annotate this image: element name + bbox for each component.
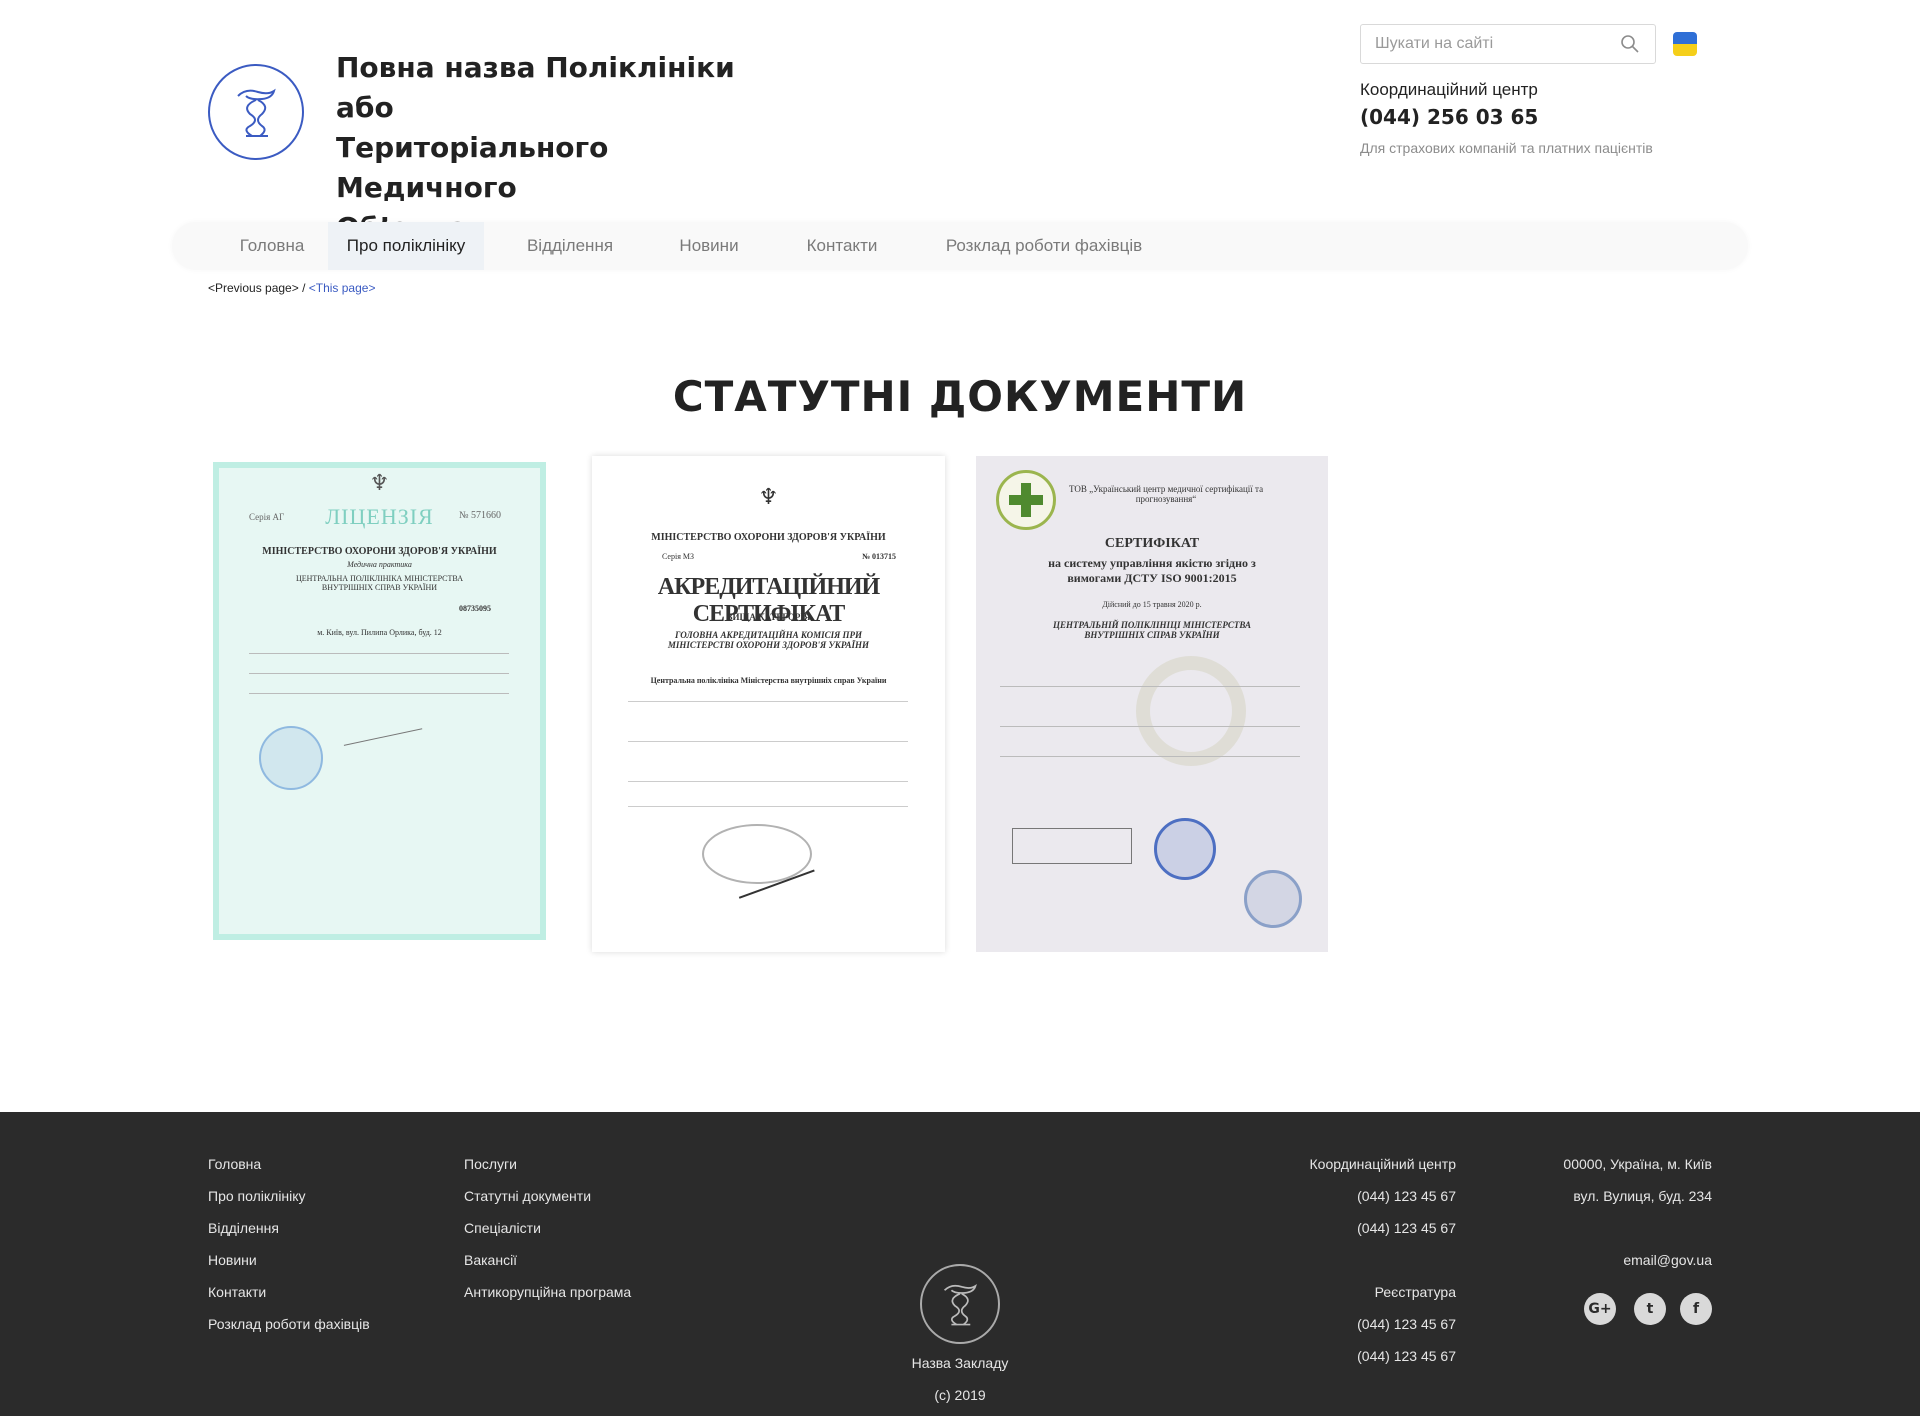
flag-yellow-stripe bbox=[1673, 44, 1697, 56]
twitter-icon[interactable]: t bbox=[1634, 1293, 1666, 1325]
nav-item-schedule[interactable]: Розклад роботи фахівців bbox=[924, 222, 1164, 270]
divider bbox=[628, 741, 908, 742]
site-title-line: Територіального Медичного bbox=[336, 131, 609, 204]
site-title-line: Повна назва Поліклініки або bbox=[336, 51, 735, 124]
green-cross-icon bbox=[1009, 483, 1043, 517]
divider bbox=[1000, 726, 1300, 727]
license-address: м. Київ, вул. Пилипа Орлика, буд. 12 bbox=[317, 628, 442, 637]
divider bbox=[249, 693, 509, 694]
coordination-center-phone[interactable]: (044) 256 03 65 bbox=[1360, 105, 1538, 129]
ukraine-emblem-icon: ♆ bbox=[369, 470, 390, 495]
breadcrumb-separator: / bbox=[298, 281, 309, 295]
footer-link-home[interactable]: Головна bbox=[208, 1156, 261, 1172]
ukraine-flag-icon[interactable] bbox=[1673, 32, 1697, 56]
logo[interactable] bbox=[208, 64, 304, 160]
document-iso-certificate[interactable]: ТОВ „Український центр медичної сертифік… bbox=[976, 456, 1328, 952]
footer-logo[interactable] bbox=[920, 1264, 1000, 1344]
footer-link-vacancies[interactable]: Вакансії bbox=[464, 1252, 517, 1268]
iso-holder: ЦЕНТРАЛЬНІЙ ПОЛІКЛІНІЦІ МІНІСТЕРСТВА ВНУ… bbox=[1052, 620, 1251, 640]
accreditation-series: Серія МЗ bbox=[662, 552, 695, 561]
accreditation-number: № 013715 bbox=[862, 552, 897, 561]
google-plus-icon[interactable]: G+ bbox=[1584, 1293, 1616, 1325]
nav-item-news[interactable]: Новини bbox=[658, 222, 760, 270]
iso-valid: Дійсний до 15 травня 2020 р. bbox=[1102, 600, 1202, 609]
breadcrumb-previous[interactable]: <Previous page> bbox=[208, 281, 299, 295]
accreditation-org: МІНІСТЕРСТВО ОХОРОНИ ЗДОРОВ'Я УКРАЇНИ bbox=[651, 532, 886, 543]
divider bbox=[628, 781, 908, 782]
coordination-center-note: Для страхових компаній та платних пацієн… bbox=[1360, 140, 1653, 156]
footer-reg-phone[interactable]: (044) 123 45 67 bbox=[1357, 1316, 1456, 1332]
footer-link-departments[interactable]: Відділення bbox=[208, 1220, 279, 1236]
document-license[interactable]: ♆ Серія АГ № 571660 ЛІЦЕНЗІЯ МІНІСТЕРСТВ… bbox=[213, 462, 546, 940]
document-accreditation[interactable]: ♆ МІНІСТЕРСТВО ОХОРОНИ ЗДОРОВ'Я УКРАЇНИ … bbox=[592, 456, 945, 952]
footer-address-line: вул. Вулиця, буд. 234 bbox=[1573, 1188, 1712, 1204]
divider bbox=[1000, 756, 1300, 757]
site-footer: Головна Про поліклініку Відділення Новин… bbox=[0, 1112, 1920, 1416]
footer-link-schedule[interactable]: Розклад роботи фахівців bbox=[208, 1316, 370, 1332]
footer-reg-label: Реєстратура bbox=[1374, 1284, 1456, 1300]
search-icon[interactable] bbox=[1619, 33, 1641, 55]
iso-issuer: ТОВ „Український центр медичної сертифік… bbox=[1068, 484, 1264, 504]
footer-link-news[interactable]: Новини bbox=[208, 1252, 257, 1268]
footer-coord-phone[interactable]: (044) 123 45 67 bbox=[1357, 1188, 1456, 1204]
nav-item-about[interactable]: Про поліклініку bbox=[328, 222, 484, 270]
footer-email[interactable]: email@gov.ua bbox=[1623, 1252, 1712, 1268]
license-subtitle: Медична практика bbox=[347, 560, 412, 569]
ukraine-emblem-icon: ♆ bbox=[758, 484, 779, 509]
search-input[interactable] bbox=[1375, 35, 1619, 53]
license-org: МІНІСТЕРСТВО ОХОРОНИ ЗДОРОВ'Я УКРАЇНИ bbox=[262, 546, 497, 557]
footer-link-about[interactable]: Про поліклініку bbox=[208, 1188, 306, 1204]
stamp bbox=[1154, 818, 1216, 880]
divider bbox=[249, 653, 509, 654]
search-box bbox=[1360, 24, 1656, 64]
footer-institution-name: Назва Закладу bbox=[911, 1355, 1009, 1371]
coordination-center-label: Координаційний центр bbox=[1360, 80, 1538, 99]
site-header: Повна назва Поліклініки або Територіальн… bbox=[0, 0, 1920, 244]
footer-coord-phone[interactable]: (044) 123 45 67 bbox=[1357, 1220, 1456, 1236]
footer-link-specialists[interactable]: Спеціалісти bbox=[464, 1220, 541, 1236]
site-title: Повна назва Поліклініки або Територіальн… bbox=[336, 48, 756, 248]
breadcrumb: <Previous page> / <This page> bbox=[208, 281, 375, 295]
accreditation-category: ВИЩА КАТЕГОРІЯ bbox=[726, 612, 811, 622]
divider bbox=[628, 806, 908, 807]
breadcrumb-current: <This page> bbox=[308, 281, 376, 295]
iso-title: СЕРТИФІКАТ bbox=[1104, 536, 1200, 551]
registry-box bbox=[1012, 828, 1132, 864]
stamp bbox=[1244, 870, 1302, 928]
nav-item-contacts[interactable]: Контакти bbox=[782, 222, 902, 270]
license-code: 08735095 bbox=[459, 604, 491, 613]
footer-address-line: 00000, Україна, м. Київ bbox=[1563, 1156, 1712, 1172]
facebook-icon[interactable]: f bbox=[1680, 1293, 1712, 1325]
divider bbox=[1000, 686, 1300, 687]
watermark bbox=[1136, 656, 1246, 766]
footer-reg-phone[interactable]: (044) 123 45 67 bbox=[1357, 1348, 1456, 1364]
nav-item-departments[interactable]: Відділення bbox=[508, 222, 632, 270]
caduceus-icon bbox=[943, 1283, 977, 1326]
divider bbox=[249, 673, 509, 674]
footer-link-services[interactable]: Послуги bbox=[464, 1156, 517, 1172]
license-title: ЛІЦЕНЗІЯ bbox=[325, 504, 434, 529]
footer-link-anticorruption[interactable]: Антикорупційна програма bbox=[464, 1284, 631, 1300]
footer-link-statutory-docs[interactable]: Статутні документи bbox=[464, 1188, 591, 1204]
footer-copyright: (c) 2019 bbox=[934, 1387, 986, 1403]
stamp bbox=[259, 726, 323, 790]
flag-blue-stripe bbox=[1673, 32, 1697, 44]
signature bbox=[335, 690, 423, 746]
iso-subtitle: на систему управління якістю згідно з ви… bbox=[1048, 556, 1256, 585]
divider bbox=[628, 701, 908, 702]
footer-coord-label: Координаційний центр bbox=[1309, 1156, 1457, 1172]
certification-center-logo bbox=[996, 470, 1056, 530]
main-nav: Головна Про поліклініку Відділення Новин… bbox=[172, 222, 1748, 270]
accreditation-commission: ГОЛОВНА АКРЕДИТАЦІЙНА КОМІСІЯ ПРИ МІНІСТ… bbox=[667, 630, 870, 650]
nav-item-home[interactable]: Головна bbox=[212, 222, 332, 270]
caduceus-icon bbox=[237, 88, 276, 137]
license-holder: ЦЕНТРАЛЬНА ПОЛІКЛІНІКА МІНІСТЕРСТВА ВНУТ… bbox=[295, 574, 464, 592]
accreditation-holder: Центральна поліклініка Міністерства внут… bbox=[650, 676, 887, 685]
page-title: СТАТУТНІ ДОКУМЕНТИ bbox=[672, 372, 1248, 421]
footer-link-contacts[interactable]: Контакти bbox=[208, 1284, 266, 1300]
